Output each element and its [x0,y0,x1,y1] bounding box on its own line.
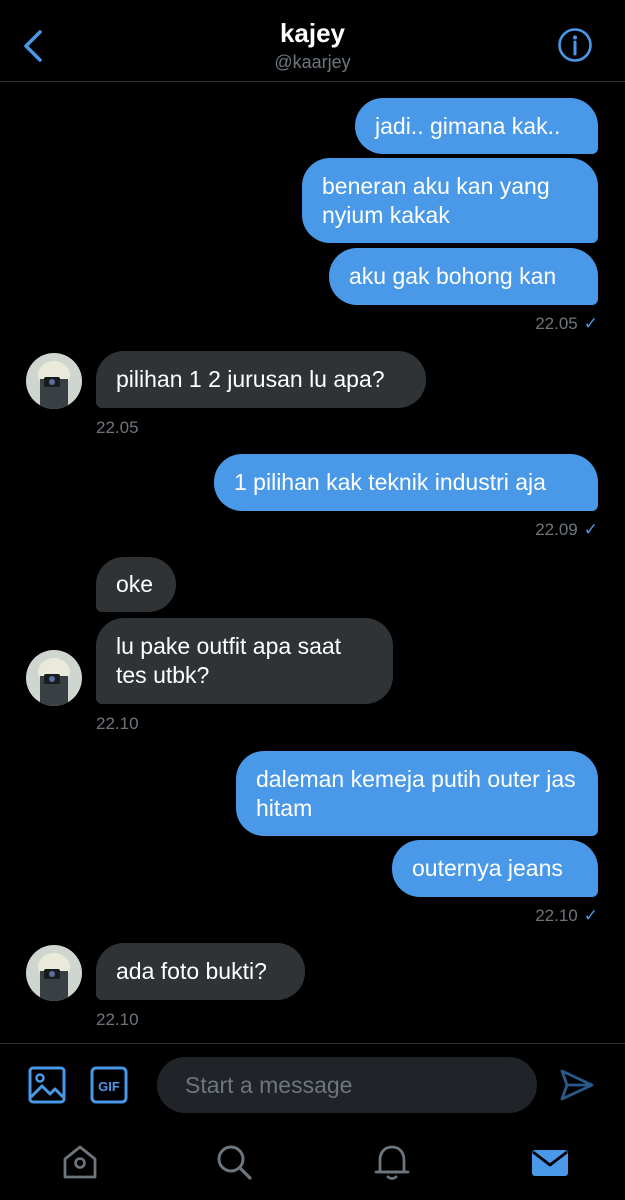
gif-label: GIF [98,1079,120,1094]
message-input[interactable] [157,1057,537,1113]
sent-check-icon: ✓ [583,314,598,333]
message-timestamp: 22.09 ✓ [535,520,598,539]
message-text: lu pake outfit apa saat tes utbk? [116,633,342,688]
info-icon[interactable] [557,27,593,63]
message-bubble-incoming[interactable]: pilihan 1 2 jurusan lu apa? [96,351,426,408]
message-text: aku gak bohong kan [349,263,557,289]
bottom-tab-bar [0,1128,625,1200]
home-icon[interactable] [60,1142,100,1182]
message-text: daleman kemeja putih outer jas hitam [256,766,576,821]
message-composer: GIF [0,1043,625,1128]
bell-icon[interactable] [372,1142,412,1182]
conversation-handle: @kaarjey [274,52,351,72]
message-text: ada foto bukti? [116,958,267,984]
conversation-title[interactable]: kajey [0,18,625,49]
message-bubble-outgoing[interactable]: 1 pilihan kak teknik industri aja [214,454,598,511]
image-icon[interactable] [28,1066,66,1104]
message-text: 1 pilihan kak teknik industri aja [234,469,546,495]
message-text: outernya jeans [412,855,563,881]
message-timestamp: 22.05 ✓ [535,314,598,333]
message-bubble-outgoing[interactable]: outernya jeans [392,840,598,897]
sent-check-icon: ✓ [583,520,598,539]
avatar[interactable] [26,353,82,409]
conversation-header: kajey @kaarjey [0,0,625,82]
avatar[interactable] [26,650,82,706]
search-icon[interactable] [214,1142,254,1182]
message-timestamp: 22.10 ✓ [535,906,598,925]
message-timestamp: 22.05 [96,418,139,437]
message-timestamp: 22.10 [96,1010,139,1029]
send-icon[interactable] [558,1066,596,1104]
gif-icon[interactable]: GIF [90,1066,128,1104]
message-bubble-incoming[interactable]: oke [96,557,176,612]
avatar[interactable] [26,945,82,1001]
message-bubble-outgoing[interactable]: aku gak bohong kan [329,248,598,305]
message-timestamp: 22.10 [96,714,139,733]
message-text: jadi.. gimana kak.. [375,112,561,139]
message-text: pilihan 1 2 jurusan lu apa? [116,366,385,392]
message-bubble-incoming[interactable]: lu pake outfit apa saat tes utbk? [96,618,393,704]
mail-icon[interactable] [530,1142,570,1182]
message-text: oke [116,571,154,597]
message-bubble-outgoing[interactable]: beneran aku kan yang nyium kakak [302,158,598,243]
sent-check-icon: ✓ [583,906,598,925]
message-bubble-outgoing[interactable]: jadi.. gimana kak.. [355,98,598,154]
message-bubble-incoming[interactable]: ada foto bukti? [96,943,305,1000]
message-text: beneran aku kan yang nyium kakak [322,173,550,228]
message-bubble-outgoing[interactable]: daleman kemeja putih outer jas hitam [236,751,598,836]
